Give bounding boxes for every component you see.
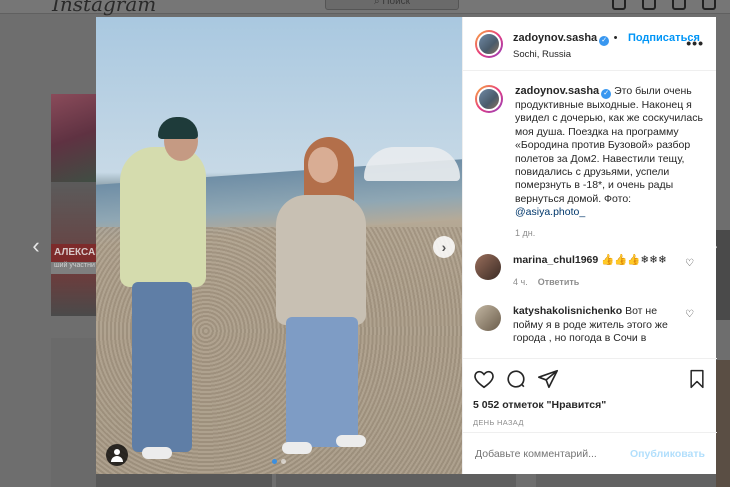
comment-like-icon[interactable]: ♡ bbox=[685, 258, 694, 269]
post-details-panel: zadoynov.sasha ✓ • Подписаться Sochi, Rus… bbox=[462, 17, 717, 474]
comment-icon[interactable] bbox=[505, 368, 527, 390]
comment-username[interactable]: katyshakolisnichenko bbox=[513, 305, 622, 317]
likes-count[interactable]: 5 052 отметок "Нравится" bbox=[473, 399, 707, 411]
commenter-avatar[interactable] bbox=[475, 305, 501, 332]
caption-username[interactable]: zadoynov.sasha bbox=[515, 85, 599, 97]
comments-list[interactable]: zadoynov.sasha ✓ Это были очень продуктив… bbox=[463, 71, 716, 358]
instagram-logo[interactable]: Instagram bbox=[52, 0, 156, 16]
photo-man-jeans bbox=[132, 282, 192, 452]
feed-tile[interactable]: АЛЕКСАН ший участни bbox=[51, 182, 102, 316]
bookmark-icon[interactable] bbox=[687, 369, 707, 389]
caption-mention-link[interactable]: @asiya.photo_ bbox=[515, 206, 585, 218]
tagged-people-icon[interactable] bbox=[106, 444, 128, 466]
photo-woman bbox=[276, 195, 366, 325]
carousel-dot bbox=[272, 459, 277, 464]
feed-tile[interactable] bbox=[96, 474, 272, 487]
explore-icon[interactable] bbox=[672, 0, 686, 10]
share-icon[interactable] bbox=[537, 368, 559, 390]
direct-icon[interactable] bbox=[642, 0, 656, 10]
photo-man bbox=[120, 147, 206, 287]
search-input[interactable]: ⌕ Поиск bbox=[325, 0, 459, 10]
comment-input[interactable] bbox=[475, 447, 625, 460]
feed-tile[interactable] bbox=[716, 360, 730, 487]
photo-shoe bbox=[142, 447, 172, 459]
tv-subtitle: ший участни bbox=[51, 262, 97, 274]
carousel-dots bbox=[272, 459, 286, 464]
carousel-dot bbox=[281, 459, 286, 464]
feed-tile[interactable] bbox=[51, 338, 97, 487]
comment: marina_chul1969 👍👍👍❄❄❄ 4 ч. Ответить ♡ bbox=[475, 253, 704, 290]
photo-shoe bbox=[336, 435, 366, 447]
comment-username[interactable]: marina_chul1969 bbox=[513, 254, 598, 266]
photo-woman-face bbox=[308, 147, 338, 183]
home-icon[interactable] bbox=[612, 0, 626, 10]
post-photo[interactable]: › bbox=[96, 17, 462, 474]
author-avatar[interactable] bbox=[475, 29, 503, 58]
caption-time: 1 дн. bbox=[515, 227, 536, 238]
photo-stadium bbox=[364, 147, 460, 181]
post-date: ДЕНЬ НАЗАД bbox=[473, 418, 524, 427]
more-options-icon[interactable]: ••• bbox=[686, 35, 704, 51]
photo-woman-jeans bbox=[286, 317, 358, 447]
top-nav: Instagram ⌕ Поиск bbox=[0, 0, 730, 16]
photo-shoe bbox=[282, 442, 312, 454]
photo-man-cap bbox=[158, 117, 198, 139]
caption-text: Это были очень продуктивные выходные. На… bbox=[515, 85, 703, 205]
publish-button[interactable]: Опубликовать bbox=[630, 448, 705, 460]
tv-ticker: АЛЕКСАН bbox=[51, 244, 102, 262]
author-avatar[interactable] bbox=[475, 85, 503, 113]
feed-tile[interactable] bbox=[276, 474, 516, 487]
activity-icon[interactable] bbox=[702, 0, 716, 10]
photo-next-button[interactable]: › bbox=[433, 236, 455, 258]
heart-icon[interactable] bbox=[473, 368, 495, 390]
post-location[interactable]: Sochi, Russia bbox=[513, 49, 700, 60]
previous-post-arrow[interactable]: ‹ bbox=[26, 234, 46, 258]
reply-button[interactable]: Ответить bbox=[538, 277, 580, 287]
nav-icons bbox=[612, 0, 716, 10]
comment-like-icon[interactable]: ♡ bbox=[685, 309, 694, 320]
feed-tile[interactable] bbox=[51, 94, 97, 182]
verified-badge-icon: ✓ bbox=[601, 89, 612, 99]
comment: katyshakolisnichenko Вот не пойму я в ро… bbox=[475, 305, 704, 345]
verified-badge-icon: ✓ bbox=[599, 35, 610, 46]
commenter-avatar[interactable] bbox=[475, 253, 501, 280]
post-header: zadoynov.sasha ✓ • Подписаться Sochi, Rus… bbox=[463, 17, 716, 71]
add-comment-bar: Опубликовать bbox=[463, 432, 717, 474]
post-modal: › zadoynov.sasha ✓ • Подписаться Sochi, R… bbox=[96, 17, 717, 474]
feed-tile[interactable] bbox=[536, 474, 716, 487]
comment-text: 👍👍👍❄❄❄ bbox=[601, 253, 667, 266]
caption: zadoynov.sasha ✓ Это были очень продуктив… bbox=[475, 85, 704, 220]
comment-time: 4 ч. bbox=[513, 277, 528, 288]
author-username[interactable]: zadoynov.sasha bbox=[513, 32, 597, 44]
post-actions: 5 052 отметок "Нравится" ДЕНЬ НАЗАД bbox=[463, 358, 717, 427]
